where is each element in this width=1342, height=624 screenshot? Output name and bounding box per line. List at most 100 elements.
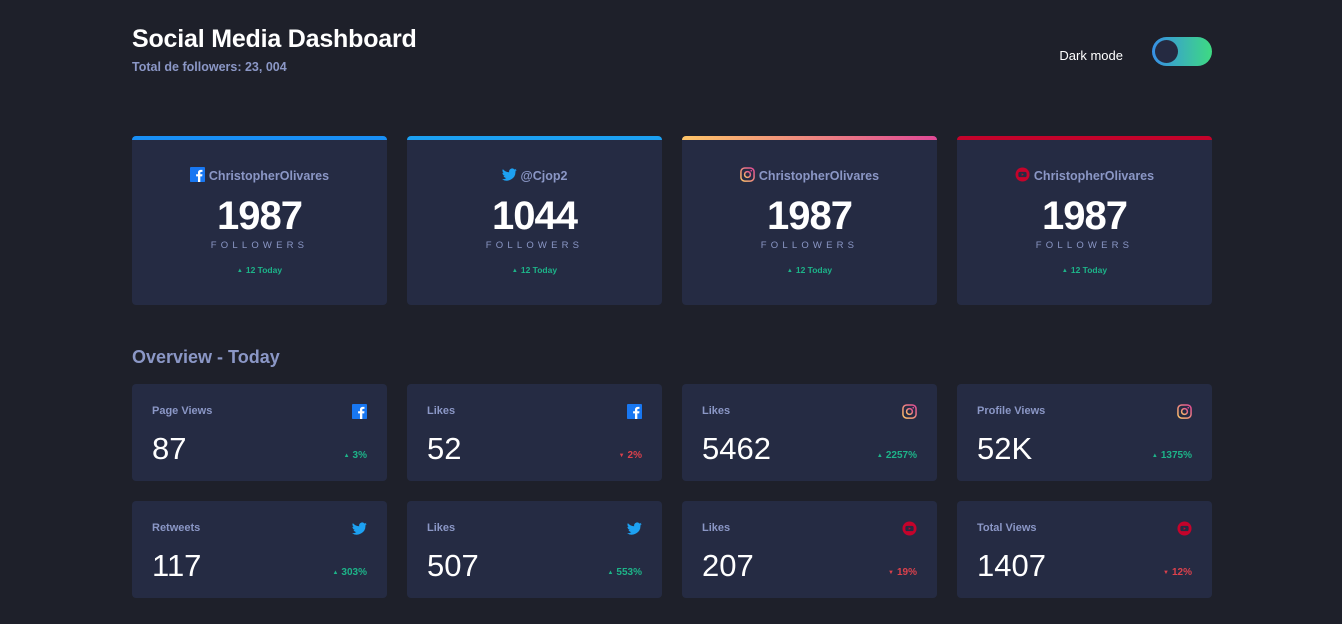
accent-bar <box>132 136 387 140</box>
follower-card-twitter[interactable]: @Cjop2 1044 FOLLOWERS ▲ 12 Today <box>407 136 662 305</box>
trend-arrow-icon: ▲ <box>236 268 243 274</box>
today-change: ▲ 12 Today <box>682 265 937 275</box>
instagram-icon <box>1177 404 1192 424</box>
followers-unit: FOLLOWERS <box>485 240 584 251</box>
follower-card-youtube[interactable]: ChristopherOlivares 1987 FOLLOWERS ▲ 12 Toda… <box>957 136 1212 305</box>
metric-label: Likes <box>427 405 456 417</box>
dark-mode-toggle[interactable] <box>1152 37 1212 66</box>
follower-card-instagram[interactable]: ChristopherOlivares 1987 FOLLOWERS ▲ 12 Toda… <box>682 136 937 305</box>
metric-label: Page Views <box>152 405 213 417</box>
trend-arrow-icon: ▲ <box>1151 453 1158 459</box>
facebook-icon <box>352 404 367 424</box>
metric-change: ▲ 2257% <box>877 450 917 461</box>
dashboard: Social Media Dashboard Total de follower… <box>132 0 1212 624</box>
metric-label: Retweets <box>152 522 201 534</box>
metric-change-text: 1375% <box>1160 450 1192 461</box>
facebook-icon <box>627 404 642 424</box>
trend-arrow-icon: ▲ <box>786 268 793 274</box>
youtube-icon <box>902 521 917 541</box>
overview-card[interactable]: Likes 207 ▼ 19% <box>682 501 937 598</box>
dark-mode-label: Dark mode <box>1059 48 1123 63</box>
today-change: ▲ 12 Today <box>407 265 662 275</box>
metric-value: 87 <box>152 431 187 466</box>
metric-change-text: 19% <box>896 567 917 578</box>
accent-bar <box>407 136 662 140</box>
handle-text: ChristopherOlivares <box>208 169 330 183</box>
instagram-icon <box>902 404 917 424</box>
metric-change-text: 3% <box>352 450 367 461</box>
overview-card[interactable]: Likes 5462 ▲ 2257% <box>682 384 937 481</box>
trend-arrow-icon: ▼ <box>618 453 625 459</box>
follower-count: 1987 <box>217 194 303 238</box>
trend-arrow-icon: ▼ <box>888 570 894 576</box>
follower-handle[interactable]: ChristopherOlivares <box>682 167 937 185</box>
youtube-icon <box>1177 521 1192 541</box>
metric-value: 207 <box>702 548 754 583</box>
accent-bar <box>957 136 1212 140</box>
follower-count: 1987 <box>767 194 853 238</box>
overview-card[interactable]: Likes 52 ▼ 2% <box>407 384 662 481</box>
accent-bar <box>682 136 937 140</box>
metric-change: ▼ 12% <box>1163 567 1192 578</box>
metric-change: ▼ 19% <box>888 567 917 578</box>
today-change: ▲ 12 Today <box>132 265 387 275</box>
trend-arrow-icon: ▲ <box>332 570 339 576</box>
metric-change: ▲ 553% <box>607 567 642 578</box>
metric-change-text: 303% <box>341 567 367 578</box>
today-text: 12 Today <box>245 265 283 275</box>
metric-change-text: 2257% <box>885 450 917 461</box>
instagram-icon <box>740 167 755 185</box>
twitter-icon <box>352 521 367 541</box>
overview-card[interactable]: Retweets 117 ▲ 303% <box>132 501 387 598</box>
overview-card[interactable]: Page Views 87 ▲ 3% <box>132 384 387 481</box>
twitter-icon <box>501 167 517 185</box>
total-followers: Total de followers: 23, 004 <box>132 60 287 74</box>
follower-handle[interactable]: ChristopherOlivares <box>132 167 387 185</box>
followers-unit: FOLLOWERS <box>1035 240 1134 251</box>
metric-change: ▼ 2% <box>619 450 642 461</box>
follower-handle[interactable]: ChristopherOlivares <box>957 167 1212 185</box>
facebook-icon <box>189 167 205 185</box>
followers-unit: FOLLOWERS <box>760 240 859 251</box>
trend-arrow-icon: ▲ <box>1061 268 1068 274</box>
follower-count: 1987 <box>1042 194 1128 238</box>
trend-arrow-icon: ▼ <box>1163 570 1169 576</box>
overview-title: Overview - Today <box>132 347 280 367</box>
metric-value: 117 <box>152 548 202 583</box>
toggle-knob[interactable] <box>1155 40 1178 63</box>
metric-label: Profile Views <box>977 405 1046 417</box>
followers-unit: FOLLOWERS <box>210 240 309 251</box>
metric-value: 52K <box>977 431 1033 466</box>
overview-card[interactable]: Total Views 1407 ▼ 12% <box>957 501 1212 598</box>
trend-arrow-icon: ▲ <box>876 453 883 459</box>
page-title: Social Media Dashboard <box>132 25 417 53</box>
metric-change: ▲ 303% <box>332 567 367 578</box>
today-text: 12 Today <box>520 265 558 275</box>
overview-card[interactable]: Likes 507 ▲ 553% <box>407 501 662 598</box>
handle-text: @Cjop2 <box>520 169 568 183</box>
metric-change-text: 12% <box>1171 567 1192 578</box>
metric-value: 507 <box>427 548 479 583</box>
metric-change-text: 553% <box>616 567 642 578</box>
youtube-icon <box>1015 167 1030 185</box>
handle-text: ChristopherOlivares <box>1033 169 1155 183</box>
metric-label: Likes <box>702 522 731 534</box>
metric-label: Likes <box>702 405 731 417</box>
followers-row: ChristopherOlivares 1987 FOLLOWERS ▲ 12 Toda… <box>132 136 1212 305</box>
handle-text: ChristopherOlivares <box>758 169 880 183</box>
today-text: 12 Today <box>795 265 833 275</box>
metric-value: 5462 <box>702 431 771 466</box>
today-text: 12 Today <box>1070 265 1108 275</box>
overview-card[interactable]: Profile Views 52K ▲ 1375% <box>957 384 1212 481</box>
metric-change: ▲ 3% <box>344 450 367 461</box>
follower-handle[interactable]: @Cjop2 <box>407 167 662 185</box>
today-change: ▲ 12 Today <box>957 265 1212 275</box>
metric-value: 1407 <box>977 548 1046 583</box>
metric-label: Total Views <box>977 522 1037 534</box>
trend-arrow-icon: ▲ <box>511 268 518 274</box>
trend-arrow-icon: ▲ <box>343 453 350 459</box>
metric-value: 52 <box>427 431 462 466</box>
metric-change: ▲ 1375% <box>1152 450 1192 461</box>
trend-arrow-icon: ▲ <box>607 570 614 576</box>
follower-card-facebook[interactable]: ChristopherOlivares 1987 FOLLOWERS ▲ 12 Toda… <box>132 136 387 305</box>
